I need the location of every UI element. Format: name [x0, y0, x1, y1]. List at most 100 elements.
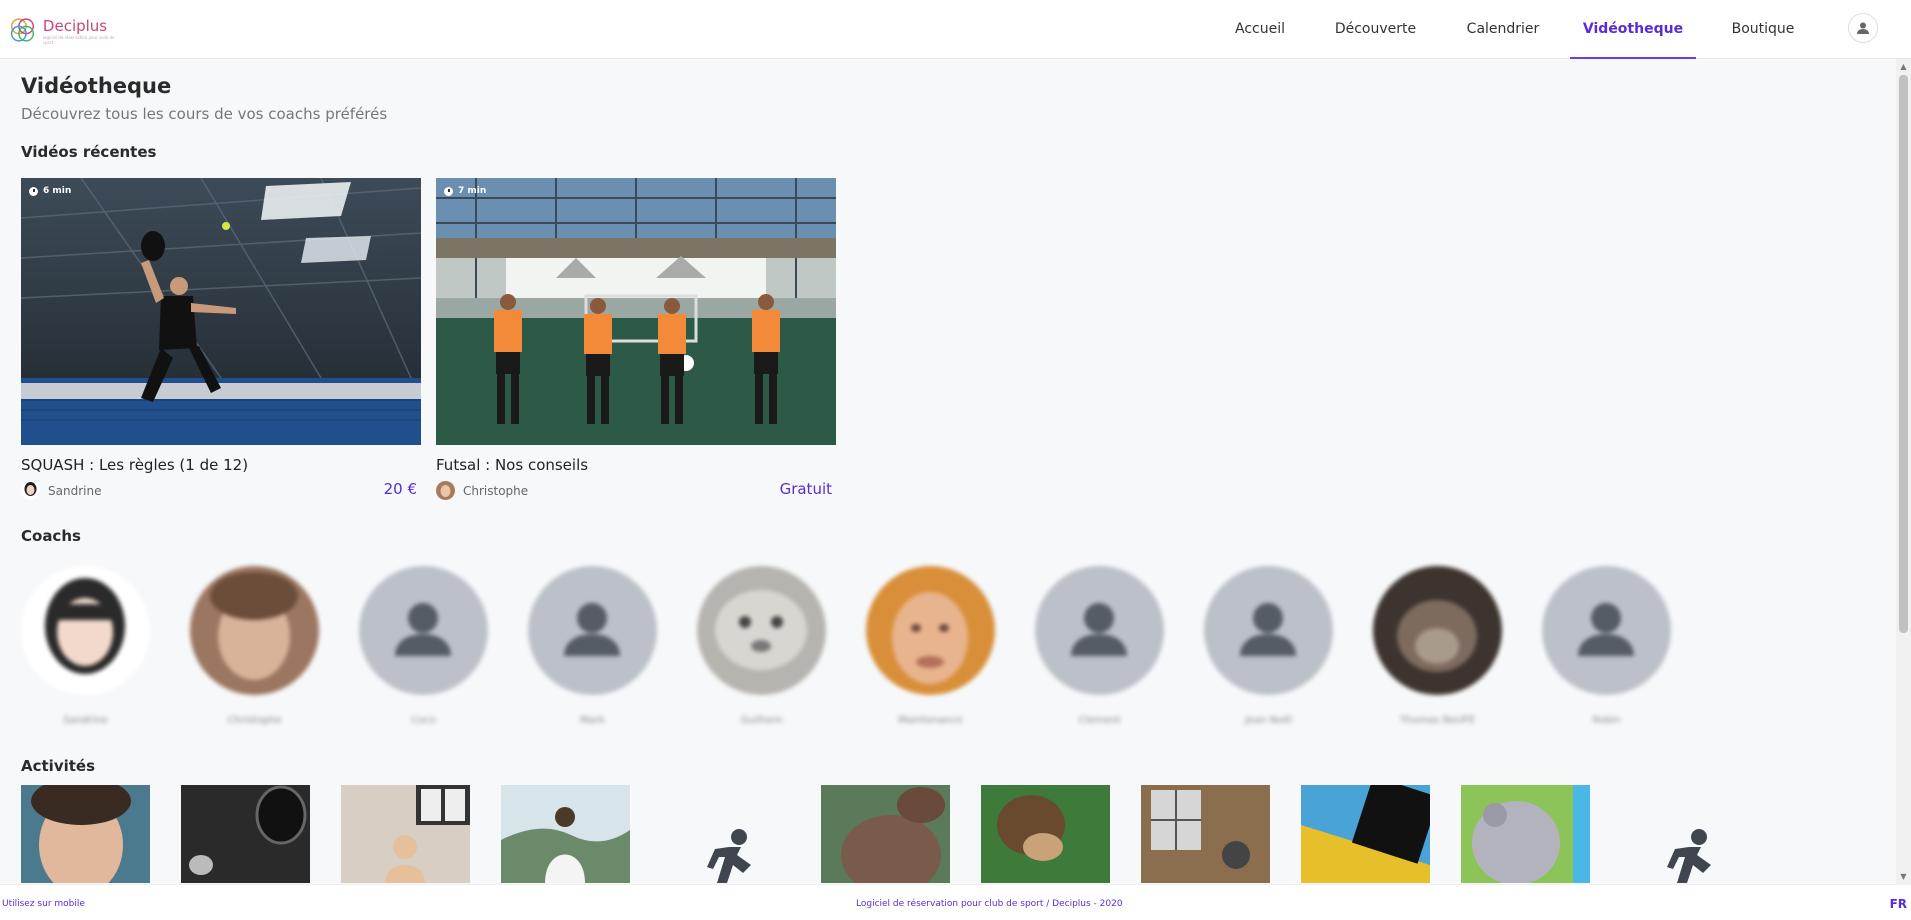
activity-card[interactable] — [341, 785, 470, 883]
video-price: 20 € — [383, 480, 417, 498]
section-title-activities: Activités — [21, 757, 96, 775]
coach-name: Jean Noël — [1244, 715, 1293, 726]
user-menu-button[interactable] — [1848, 13, 1878, 43]
coach-name: Coco — [411, 715, 436, 726]
default-user-icon — [359, 566, 488, 695]
page-subtitle: Découvrez tous les cours de vos coachs p… — [21, 105, 388, 123]
activity-card[interactable] — [981, 785, 1110, 883]
video-duration: 7 min — [444, 186, 486, 196]
default-user-icon — [1542, 566, 1671, 695]
coach-name: Maintenance — [898, 715, 963, 726]
nav-calendrier[interactable]: Calendrier — [1463, 0, 1543, 59]
video-thumbnail[interactable]: 7 min — [436, 178, 836, 445]
activity-thumbnail — [1141, 785, 1270, 883]
nav-videotheque[interactable]: Vidéotheque — [1570, 0, 1696, 59]
video-duration: 6 min — [29, 186, 71, 196]
clock-icon — [29, 186, 38, 196]
video-coach-name: Sandrine — [48, 483, 102, 498]
clock-icon — [444, 186, 453, 196]
footer-copyright[interactable]: Logiciel de réservation pour club de spo… — [856, 899, 1123, 909]
default-user-icon — [1035, 566, 1164, 695]
padel-player-image — [21, 178, 421, 445]
coach-card[interactable]: Thomas BeUFE — [1373, 566, 1502, 730]
coach-name: Mark — [580, 715, 605, 726]
default-user-icon — [528, 566, 657, 695]
activity-card[interactable] — [1301, 785, 1430, 883]
coach-avatar — [1373, 566, 1502, 695]
coach-avatar — [697, 566, 826, 695]
video-thumbnail[interactable]: 6 min — [21, 178, 421, 445]
activity-card[interactable] — [21, 785, 150, 883]
coach-card[interactable]: Guilhem — [697, 566, 826, 730]
nav-decouverte[interactable]: Découverte — [1333, 0, 1418, 59]
section-title-recent-videos: Vidéos récentes — [21, 143, 157, 161]
activity-thumbnail — [341, 785, 470, 883]
video-coach[interactable]: Christophe — [436, 481, 528, 500]
page-title: Vidéotheque — [21, 74, 172, 98]
coach-name: Christophe — [227, 715, 282, 726]
video-card[interactable]: 7 min Futsal : Nos conseils Christophe G… — [436, 178, 836, 500]
video-duration-label: 6 min — [43, 186, 72, 196]
coach-avatar — [528, 566, 657, 695]
coach-card[interactable]: Clement — [1035, 566, 1164, 730]
running-person-icon — [1667, 829, 1711, 883]
section-title-coachs: Coachs — [21, 527, 81, 545]
scroll-down-arrow-icon[interactable]: ▼ — [1896, 869, 1911, 884]
activity-thumbnail — [501, 785, 630, 883]
coach-avatar-mini — [21, 481, 40, 500]
activity-thumbnail — [21, 785, 150, 883]
video-title[interactable]: Futsal : Nos conseils — [436, 456, 588, 474]
language-selector[interactable]: FR — [1890, 897, 1907, 911]
coach-avatar — [1204, 566, 1333, 695]
brand-tagline: logiciel de réservation pour salle de sp… — [42, 34, 115, 45]
default-user-icon — [1204, 566, 1333, 695]
video-title[interactable]: SQUASH : Les règles (1 de 12) — [21, 456, 248, 474]
coach-avatar — [359, 566, 488, 695]
coach-name: Clement — [1078, 715, 1121, 726]
activity-card[interactable] — [1621, 785, 1750, 883]
activity-card[interactable] — [1461, 785, 1590, 883]
coach-name: Sandrine — [63, 715, 108, 726]
scroll-thumb[interactable] — [1899, 75, 1908, 633]
coach-avatar — [866, 566, 995, 695]
activity-thumbnail — [181, 785, 310, 883]
coach-avatar — [1035, 566, 1164, 695]
video-duration-label: 7 min — [458, 186, 487, 196]
deciplus-logo[interactable]: Deciplus logiciel de réservation pour sa… — [8, 14, 118, 46]
activity-card[interactable] — [1141, 785, 1270, 883]
nav-boutique[interactable]: Boutique — [1724, 0, 1802, 59]
footer: Utilisez sur mobile Logiciel de réservat… — [0, 884, 1911, 920]
coach-name: Robin — [1592, 715, 1621, 726]
video-card[interactable]: 6 min SQUASH : Les règles (1 de 12) Sand… — [21, 178, 421, 500]
activity-thumbnail — [981, 785, 1110, 883]
activity-card[interactable] — [181, 785, 310, 883]
coach-card[interactable]: Robin — [1542, 566, 1671, 730]
coach-avatar — [190, 566, 319, 695]
top-navbar: Deciplus logiciel de réservation pour sa… — [0, 0, 1911, 59]
activity-card[interactable] — [821, 785, 950, 883]
scroll-up-arrow-icon[interactable]: ▲ — [1896, 59, 1911, 74]
user-icon — [1857, 22, 1869, 34]
coach-avatar — [1542, 566, 1671, 695]
coach-name: Thomas BeUFE — [1399, 715, 1476, 726]
use-on-mobile-link[interactable]: Utilisez sur mobile — [2, 899, 85, 909]
coach-card[interactable]: Coco — [359, 566, 488, 730]
coach-card[interactable]: Mark — [528, 566, 657, 730]
activity-thumbnail — [1301, 785, 1430, 883]
video-price: Gratuit — [779, 480, 832, 498]
coach-card[interactable]: Christophe — [190, 566, 319, 730]
coach-card[interactable]: Jean Noël — [1204, 566, 1333, 730]
coach-name: Guilhem — [740, 715, 783, 726]
activity-card[interactable] — [501, 785, 630, 883]
video-coach[interactable]: Sandrine — [21, 481, 101, 500]
logo-rings-icon — [10, 18, 35, 42]
page-scrollbar[interactable]: ▲ ▼ — [1896, 59, 1911, 884]
nav-accueil[interactable]: Accueil — [1230, 0, 1290, 59]
activity-thumbnail — [1461, 785, 1590, 883]
coach-card[interactable]: Maintenance — [866, 566, 995, 730]
coach-card[interactable]: Sandrine — [21, 566, 150, 730]
activity-card[interactable] — [661, 785, 790, 883]
futsal-team-image — [436, 178, 836, 445]
video-coach-name: Christophe — [463, 483, 529, 498]
coach-avatar-mini — [436, 481, 455, 500]
